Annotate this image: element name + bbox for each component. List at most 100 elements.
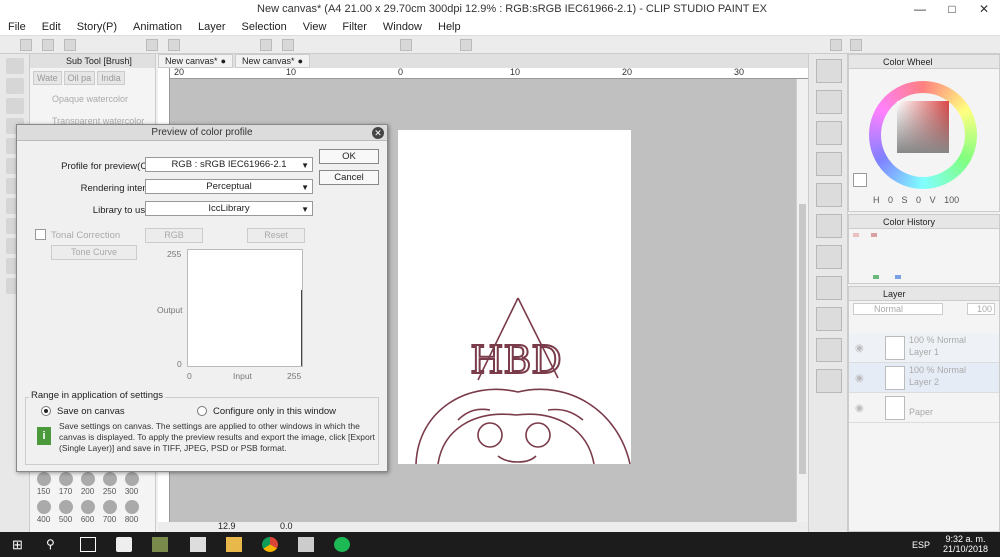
panel-icon[interactable] (816, 121, 842, 145)
menu-file[interactable]: File (0, 21, 34, 33)
calculator-icon[interactable] (190, 537, 206, 552)
brush-size-option[interactable]: 150 (34, 472, 53, 496)
brush-size-option[interactable]: 170 (56, 472, 75, 496)
subtool-tab-watercolor[interactable]: Wate (33, 71, 62, 85)
clock[interactable]: 9:32 a. m. 21/10/2018 (943, 534, 988, 554)
brush-size-option[interactable]: 200 (78, 472, 97, 496)
library-select[interactable]: IccLibrary ▼ (145, 201, 313, 216)
brush-size-option[interactable]: 500 (56, 500, 75, 524)
tonal-mode-select[interactable]: RGB (145, 228, 203, 243)
layer-row[interactable]: ◉ 100 % Normal Layer 1 (849, 333, 999, 363)
history-swatch[interactable] (873, 275, 879, 279)
rotation-value[interactable]: 0.0 (280, 521, 293, 531)
visibility-icon[interactable]: ◉ (855, 403, 864, 414)
move-tool-icon[interactable] (6, 78, 24, 94)
zoom-tool-icon[interactable] (6, 58, 24, 74)
file-explorer-icon[interactable] (226, 537, 242, 552)
history-swatch[interactable] (895, 275, 901, 279)
panel-icon[interactable] (816, 369, 842, 393)
brush-opaque-watercolor[interactable]: Opaque watercolor (30, 88, 155, 110)
blend-mode-select[interactable]: Normal (853, 303, 943, 315)
saturation-value-square[interactable] (897, 101, 949, 153)
current-color-swatch[interactable] (853, 173, 867, 187)
snap-icon[interactable] (460, 39, 472, 51)
panel-icon[interactable] (816, 183, 842, 207)
minimize-icon[interactable]: — (904, 0, 936, 18)
new-file-icon[interactable] (20, 39, 32, 51)
canvas-paper[interactable]: HBD (398, 130, 631, 465)
panel-icon[interactable] (816, 338, 842, 362)
brush-size-option[interactable]: 400 (34, 500, 53, 524)
clip-studio-icon[interactable] (116, 537, 132, 552)
brush-size-option[interactable]: 300 (122, 472, 141, 496)
panel-icon[interactable] (816, 307, 842, 331)
vertical-scrollbar[interactable] (796, 79, 808, 524)
close-icon[interactable]: ✕ (968, 0, 1000, 18)
task-view-icon[interactable] (80, 537, 96, 552)
panel-toggle-icon[interactable] (830, 39, 842, 51)
save-icon[interactable] (64, 39, 76, 51)
panel-icon[interactable] (816, 276, 842, 300)
brush-size-option[interactable]: 800 (122, 500, 141, 524)
history-swatch[interactable] (871, 233, 877, 237)
operation-tool-icon[interactable] (6, 98, 24, 114)
tone-curve-select[interactable]: Tone Curve (51, 245, 137, 260)
subtool-tab-india[interactable]: India (97, 71, 125, 85)
visibility-icon[interactable]: ◉ (855, 373, 864, 384)
tone-curve-graph[interactable] (187, 249, 303, 367)
zoom-value[interactable]: 12.9 (218, 521, 236, 531)
menu-edit[interactable]: Edit (34, 21, 69, 33)
fill-icon[interactable] (282, 39, 294, 51)
configure-only-radio[interactable] (197, 406, 207, 416)
menu-selection[interactable]: Selection (234, 21, 295, 33)
spotify-icon[interactable] (334, 537, 350, 552)
tonal-correction-checkbox[interactable] (35, 229, 46, 240)
canvas-tab[interactable]: New canvas* ● (158, 54, 233, 68)
configure-only-label[interactable]: Configure only in this window (213, 406, 336, 417)
menu-help[interactable]: Help (430, 21, 469, 33)
brush-size-option[interactable]: 700 (100, 500, 119, 524)
menu-filter[interactable]: Filter (334, 21, 374, 33)
maximize-icon[interactable]: □ (936, 0, 968, 18)
canvas-tab[interactable]: New canvas* ● (235, 54, 310, 68)
language-indicator[interactable]: ESP (912, 540, 930, 550)
menu-animation[interactable]: Animation (125, 21, 190, 33)
chrome-icon[interactable] (262, 537, 278, 552)
dialog-close-icon[interactable]: ✕ (372, 127, 384, 139)
layer-row[interactable]: ◉ 100 % Normal Layer 2 (849, 363, 999, 393)
save-on-canvas-radio[interactable] (41, 406, 51, 416)
profile-select[interactable]: RGB : sRGB IEC61966-2.1 ▼ (145, 157, 313, 172)
panel-icon[interactable] (816, 214, 842, 238)
menu-story[interactable]: Story(P) (69, 21, 125, 33)
undo-icon[interactable] (146, 39, 158, 51)
windows-start-icon[interactable]: ⊞ (12, 537, 28, 552)
ok-button[interactable]: OK (319, 149, 379, 164)
intent-select[interactable]: Perceptual ▼ (145, 179, 313, 194)
clear-icon[interactable] (260, 39, 272, 51)
app-icon[interactable] (152, 537, 168, 552)
panel-close-icon[interactable] (850, 39, 862, 51)
visibility-icon[interactable]: ◉ (855, 343, 864, 354)
opacity-field[interactable]: 100 (967, 303, 995, 315)
open-icon[interactable] (42, 39, 54, 51)
panel-icon[interactable] (816, 59, 842, 83)
layer-panel: Layer Normal 100 ◉ 100 % Normal Layer 1 … (848, 286, 1000, 532)
menu-window[interactable]: Window (375, 21, 430, 33)
panel-icon[interactable] (816, 152, 842, 176)
selection-icon[interactable] (400, 39, 412, 51)
subtool-tab-oil[interactable]: Oil pa (63, 71, 96, 85)
brush-size-option[interactable]: 250 (100, 472, 119, 496)
redo-icon[interactable] (168, 39, 180, 51)
panel-icon[interactable] (816, 90, 842, 114)
pen-app-icon[interactable] (298, 537, 314, 552)
reset-button[interactable]: Reset (247, 228, 305, 243)
save-on-canvas-label[interactable]: Save on canvas (57, 406, 125, 417)
layer-row[interactable]: ◉ Paper (849, 393, 999, 423)
history-swatch[interactable] (853, 233, 859, 237)
panel-icon[interactable] (816, 245, 842, 269)
cancel-button[interactable]: Cancel (319, 170, 379, 185)
menu-view[interactable]: View (295, 21, 335, 33)
menu-layer[interactable]: Layer (190, 21, 234, 33)
brush-size-option[interactable]: 600 (78, 500, 97, 524)
search-icon[interactable]: ⚲ (46, 537, 62, 552)
